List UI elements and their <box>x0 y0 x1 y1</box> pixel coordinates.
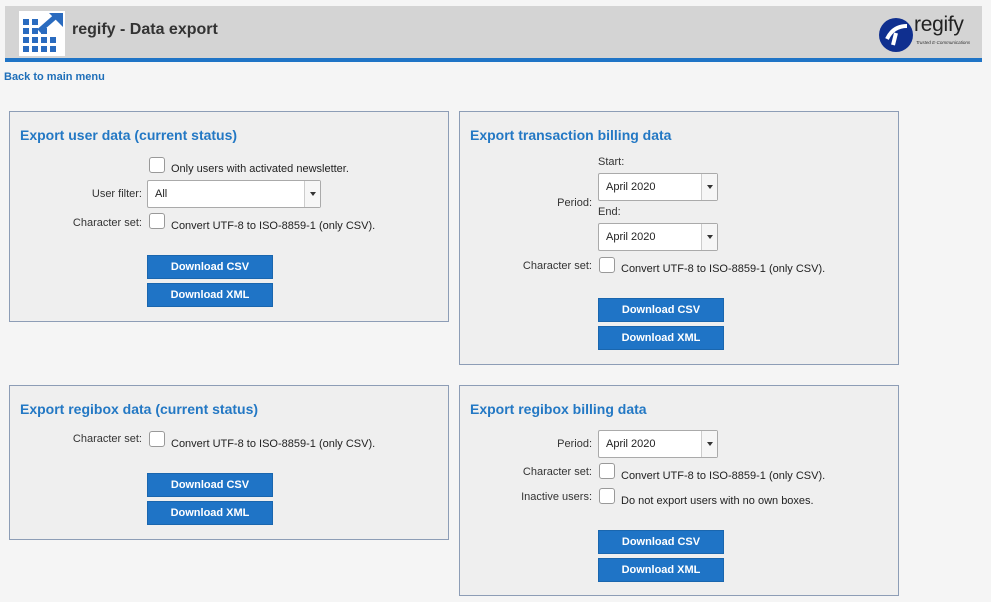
start-period-value: April 2020 <box>606 181 656 193</box>
charset-checkbox-label: Convert UTF-8 to ISO-8859-1 (only CSV). <box>171 438 376 450</box>
charset-checkbox[interactable] <box>599 463 615 479</box>
inactive-users-label: Inactive users: <box>521 491 592 503</box>
charset-checkbox-label: Convert UTF-8 to ISO-8859-1 (only CSV). <box>171 220 376 232</box>
user-filter-label: User filter: <box>91 188 142 200</box>
page-title: regify - Data export <box>72 21 218 38</box>
download-csv-button[interactable]: Download CSV <box>598 530 724 554</box>
newsletter-checkbox[interactable] <box>149 157 165 173</box>
export-regibox-billing-panel: Export regibox billing data Period: Apri… <box>459 385 899 596</box>
charset-label: Character set: <box>522 466 592 478</box>
charset-checkbox[interactable] <box>149 431 165 447</box>
panel-title: Export user data (current status) <box>20 127 238 143</box>
download-xml-button[interactable]: Download XML <box>598 326 724 350</box>
user-filter-value: All <box>155 188 168 200</box>
charset-checkbox[interactable] <box>149 213 165 229</box>
export-regibox-data-panel: Export regibox data (current status) Cha… <box>9 385 449 540</box>
back-to-main-menu-link[interactable]: Back to main menu <box>4 71 105 83</box>
header: regify - Data export regify Trusted E-Co… <box>5 6 982 58</box>
chevron-down-icon <box>304 181 320 207</box>
chevron-down-icon <box>701 174 717 200</box>
charset-checkbox-label: Convert UTF-8 to ISO-8859-1 (only CSV). <box>621 470 826 482</box>
charset-label: Character set: <box>72 217 142 229</box>
period-label: Period: <box>557 438 592 450</box>
period-value: April 2020 <box>606 438 656 450</box>
panel-title: Export regibox billing data <box>470 401 647 417</box>
export-transaction-billing-panel: Export transaction billing data Start: A… <box>459 111 899 365</box>
period-select[interactable]: April 2020 <box>598 430 718 458</box>
start-label: Start: <box>598 156 625 168</box>
download-xml-button[interactable]: Download XML <box>147 501 273 525</box>
period-label: Period: <box>557 197 592 209</box>
charset-label: Character set: <box>72 433 142 445</box>
export-user-data-panel: Export user data (current status) Only u… <box>9 111 449 322</box>
regify-logo-icon <box>879 18 913 52</box>
brand-tagline: Trusted E-Communications <box>916 40 971 45</box>
brand-name: regify <box>914 13 964 36</box>
newsletter-checkbox-label: Only users with activated newsletter. <box>171 163 349 175</box>
download-csv-button[interactable]: Download CSV <box>598 298 724 322</box>
brand-logo: regify Trusted E-Communications <box>878 12 978 54</box>
chevron-down-icon <box>701 431 717 457</box>
panel-title: Export regibox data (current status) <box>20 401 259 417</box>
charset-label: Character set: <box>522 260 592 272</box>
data-export-app-icon <box>19 11 65 56</box>
end-period-value: April 2020 <box>606 231 656 243</box>
header-accent-bar <box>5 58 982 62</box>
download-csv-button[interactable]: Download CSV <box>147 255 273 279</box>
charset-checkbox[interactable] <box>599 257 615 273</box>
end-period-select[interactable]: April 2020 <box>598 223 718 251</box>
download-xml-button[interactable]: Download XML <box>147 283 273 307</box>
chevron-down-icon <box>701 224 717 250</box>
panel-title: Export transaction billing data <box>470 127 672 143</box>
user-filter-select[interactable]: All <box>147 180 321 208</box>
inactive-users-checkbox[interactable] <box>599 488 615 504</box>
download-xml-button[interactable]: Download XML <box>598 558 724 582</box>
start-period-select[interactable]: April 2020 <box>598 173 718 201</box>
charset-checkbox-label: Convert UTF-8 to ISO-8859-1 (only CSV). <box>621 263 826 275</box>
download-csv-button[interactable]: Download CSV <box>147 473 273 497</box>
end-label: End: <box>598 206 621 218</box>
inactive-users-checkbox-label: Do not export users with no own boxes. <box>621 495 814 507</box>
